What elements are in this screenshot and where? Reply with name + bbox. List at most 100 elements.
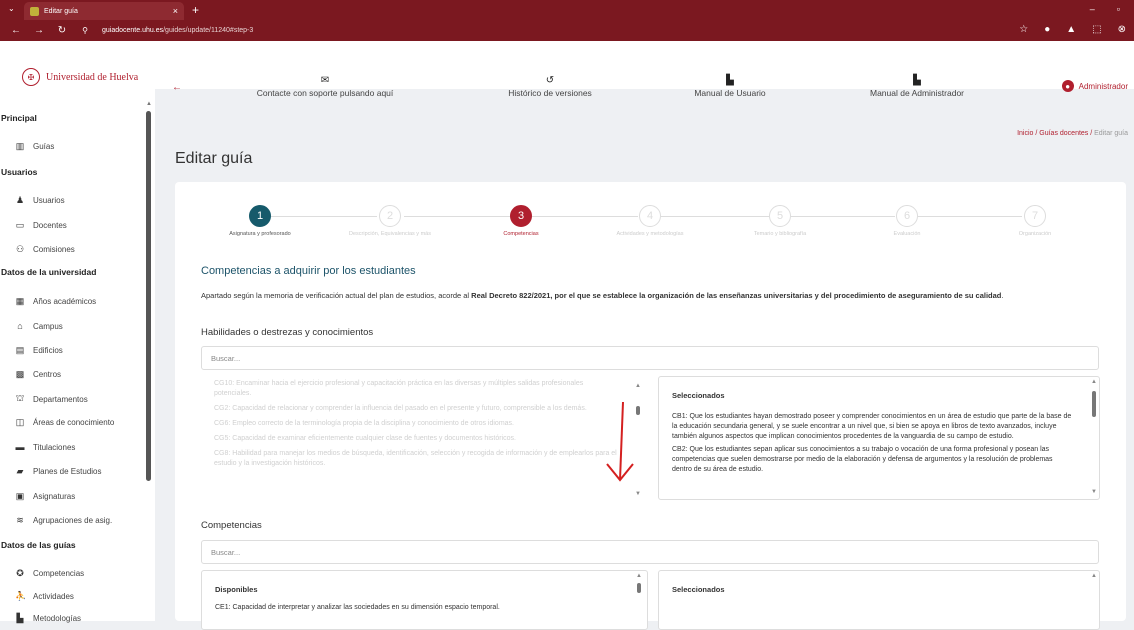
back-nav-icon[interactable]: ← <box>9 25 23 36</box>
version-history-link[interactable]: ↺ Histórico de versiones <box>475 75 625 98</box>
step-5[interactable]: 5 Temario y bibliografía <box>725 205 835 237</box>
browser-tab[interactable]: Editar guía × <box>24 2 184 20</box>
step-3[interactable]: 3 Competencias <box>466 205 576 237</box>
university-logo[interactable]: ✠ Universidad de Huelva <box>22 68 138 86</box>
sidebar-item-titulaciones[interactable]: ▬ Titulaciones <box>15 442 76 452</box>
area-icon: ◫ <box>15 417 25 427</box>
tab-title: Editar guía <box>44 7 78 15</box>
available-item[interactable]: CG2: Capacidad de relacionar y comprende… <box>214 404 619 414</box>
step-2[interactable]: 2 Descripción, Equivalencias y más <box>335 205 445 237</box>
support-link[interactable]: ✉ Contacte con soporte pulsando aquí <box>250 75 400 98</box>
available-item[interactable]: CE1: Capacidad de interpretar y analizar… <box>215 603 620 613</box>
menu-icon[interactable]: ⊗ <box>1118 24 1126 35</box>
skills-title: Habilidades o destrezas y conocimientos <box>201 327 374 338</box>
center-icon: ▩ <box>15 369 25 379</box>
competencias-selected-list[interactable]: Seleccionados ▲ <box>658 570 1100 630</box>
user-menu[interactable]: ● Administrador <box>1061 80 1128 92</box>
books-icon: ▥ <box>15 141 25 151</box>
scroll-down-icon[interactable]: ▼ <box>1091 489 1097 495</box>
sidebar-item-planes[interactable]: ▰ Planes de Estudios <box>15 466 102 477</box>
breadcrumb-home[interactable]: Inicio <box>1017 130 1033 137</box>
sidebar-item-centros[interactable]: ▩ Centros <box>15 369 61 380</box>
sidebar-item-anos-academicos[interactable]: ▦ Años académicos <box>15 296 96 307</box>
selected-item[interactable]: CB1: Que los estudiantes hayan demostrad… <box>672 412 1072 442</box>
section-description: Apartado según la memoria de verificació… <box>201 291 1004 300</box>
skills-search-input[interactable]: Buscar... <box>201 346 1099 370</box>
admin-manual-link[interactable]: ▙ Manual de Administrador <box>842 75 992 98</box>
folder-icon: ▰ <box>16 466 24 476</box>
sidebar: ✠ Universidad de Huelva ▲ Principal ▥ Guí… <box>0 41 155 624</box>
scroll-up-icon[interactable]: ▲ <box>635 383 641 389</box>
competencias-available-list[interactable]: Disponibles CE1: Capacidad de interpreta… <box>201 570 648 630</box>
sidebar-scrollbar[interactable] <box>146 111 151 481</box>
step-4[interactable]: 4 Actividades y metodologías <box>595 205 705 237</box>
sidebar-item-asignaturas[interactable]: ▣ Asignaturas <box>15 491 76 502</box>
sidebar-item-guias[interactable]: ▥ Guías <box>15 141 55 152</box>
sidebar-item-comisiones[interactable]: ⚇ Comisiones <box>15 244 75 255</box>
available-item[interactable]: CG10: Encaminar hacia el ejercicio profe… <box>214 379 619 399</box>
activity-icon: ⛹ <box>15 591 27 601</box>
minimize-icon[interactable]: – <box>1090 4 1095 14</box>
sidebar-item-actividades[interactable]: ⛹ Actividades <box>15 591 74 602</box>
competencias-title: Competencias <box>201 520 262 531</box>
forward-nav-icon[interactable]: → <box>32 25 46 36</box>
available-item[interactable]: CG6: Empleo correcto de la terminología … <box>214 419 619 429</box>
available-item[interactable]: CG8: Habilidad para manejar los medios d… <box>214 449 619 469</box>
selected-item[interactable]: CB2: Que los estudiantes sepan aplicar s… <box>672 445 1072 475</box>
skills-selected-list[interactable]: Seleccionados CB1: Que los estudiantes h… <box>658 376 1100 500</box>
skills-available-list[interactable]: CG10: Encaminar hacia el ejercicio profe… <box>201 376 648 500</box>
calendar-icon: ▦ <box>15 296 25 306</box>
skills-selected-scrollbar[interactable] <box>1092 391 1096 417</box>
new-tab-icon[interactable]: + <box>192 3 199 17</box>
scroll-up-icon[interactable]: ▲ <box>1091 573 1097 579</box>
reload-icon[interactable]: ↻ <box>55 25 69 36</box>
sidebar-item-agrupaciones[interactable]: ≋ Agrupaciones de asig. <box>15 515 112 526</box>
available-item[interactable]: CG5: Capacidad de examinar eficientement… <box>214 434 619 444</box>
scroll-up-icon[interactable]: ▲ <box>1091 379 1097 385</box>
competencias-available-scrollbar[interactable] <box>637 583 641 593</box>
skills-available-scrollbar[interactable] <box>636 406 640 415</box>
scroll-up-icon[interactable]: ▲ <box>636 573 642 579</box>
browser-tabbar: ⌄ Editar guía × + – ▫ <box>0 0 1134 20</box>
breadcrumb: Inicio / Guías docentes / Editar guía <box>1017 130 1128 137</box>
favicon-icon <box>30 6 39 16</box>
tab-list-icon[interactable]: ⌄ <box>8 4 15 13</box>
extension-icon[interactable]: ● <box>1044 24 1050 35</box>
scroll-down-icon[interactable]: ▼ <box>635 491 641 497</box>
competencias-search-input[interactable]: Buscar... <box>201 540 1099 564</box>
method-icon: ▙ <box>16 613 24 623</box>
back-arrow-icon[interactable]: ← <box>172 82 182 93</box>
close-tab-icon[interactable]: × <box>173 6 178 16</box>
step-6[interactable]: 6 Evaluación <box>852 205 962 237</box>
sidebar-item-metodologias[interactable]: ▙ Metodologías <box>15 613 82 624</box>
sidebar-item-campus[interactable]: ⌂ Campus <box>15 321 63 331</box>
address-bar: ← → ↻ ⚲ guiadocente.uhu.es/guides/update… <box>0 20 1134 41</box>
sidebar-item-edificios[interactable]: ▤ Edificios <box>15 345 63 356</box>
site-info-icon[interactable]: ⚲ <box>78 26 92 35</box>
maximize-icon[interactable]: ▫ <box>1117 4 1120 14</box>
sidebar-item-areas[interactable]: ◫ Áreas de conocimiento <box>15 417 115 428</box>
user-icon: ♟ <box>15 195 25 205</box>
available-title: Disponibles <box>215 585 258 594</box>
url-field[interactable]: guiadocente.uhu.es/guides/update/11240#s… <box>102 27 253 34</box>
history-icon: ↺ <box>545 75 555 86</box>
bookmark-star-icon[interactable]: ☆ <box>1019 24 1028 35</box>
group-icon: ⚇ <box>15 244 25 254</box>
sidebar-scroll-up-icon[interactable]: ▲ <box>146 101 152 107</box>
sidebar-item-docentes[interactable]: ▭ Docentes <box>15 220 67 231</box>
section-principal: Principal <box>1 113 37 123</box>
manual-admin-icon: ▙ <box>913 75 921 86</box>
selected-title: Seleccionados <box>672 585 725 594</box>
sidebar-item-competencias[interactable]: ✪ Competencias <box>15 568 84 579</box>
selected-title: Seleccionados <box>672 391 725 400</box>
breadcrumb-section[interactable]: Guías docentes <box>1039 130 1088 137</box>
section-datos-universidad: Datos de la universidad <box>1 267 97 277</box>
account-icon[interactable]: ▲ <box>1066 24 1076 35</box>
step-1[interactable]: 1 Asignatura y profesorado <box>205 205 315 237</box>
downloads-icon[interactable]: ⬚ <box>1092 24 1101 35</box>
sidebar-item-departamentos[interactable]: ⛫ Departamentos <box>15 393 88 405</box>
department-icon: ⛫ <box>15 393 25 403</box>
user-manual-link[interactable]: ▙ Manual de Usuario <box>655 75 805 98</box>
step-7[interactable]: 7 Organización <box>980 205 1090 237</box>
sidebar-item-usuarios[interactable]: ♟ Usuarios <box>15 195 65 206</box>
